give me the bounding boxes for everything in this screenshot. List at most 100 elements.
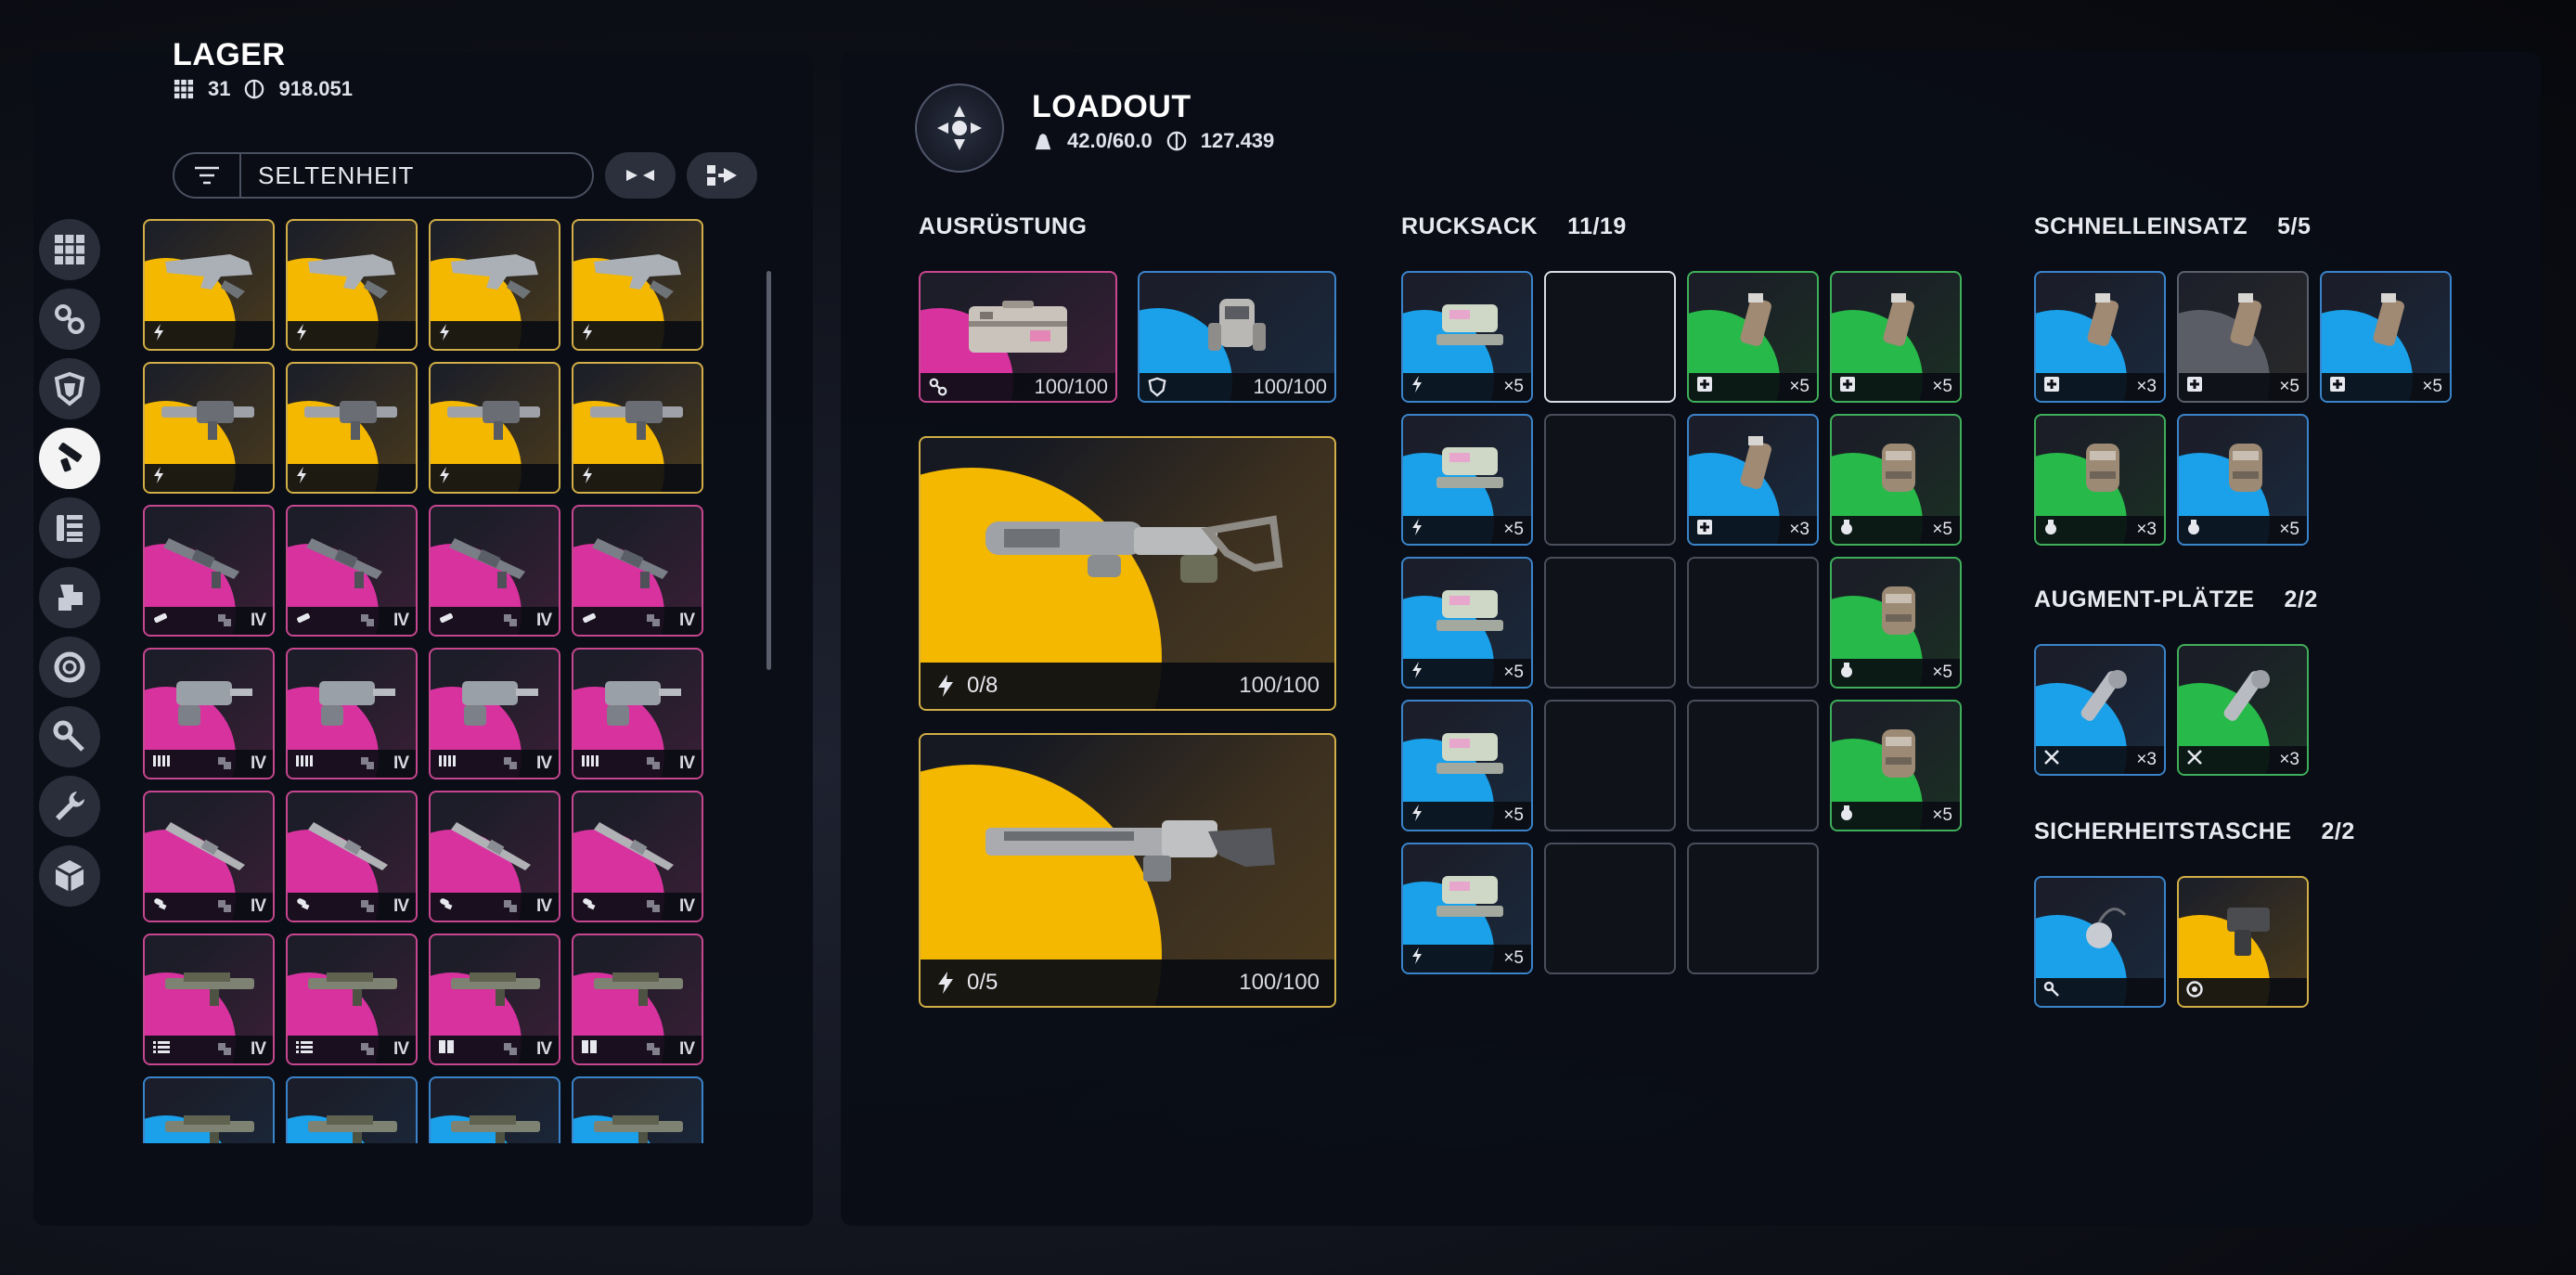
item-footer: IV xyxy=(145,1036,273,1063)
rucksack-item-slot[interactable]: ×5 xyxy=(1830,700,1962,831)
rucksack-empty-slot[interactable] xyxy=(1544,843,1676,974)
item-footer: ×3 xyxy=(2036,516,2164,544)
lager-item-tile[interactable]: IV xyxy=(429,505,560,637)
lager-item-tile[interactable]: IV xyxy=(429,648,560,779)
item-quantity: ×5 xyxy=(1503,663,1524,682)
wrench-icon xyxy=(51,788,88,825)
category-weapons-button[interactable] xyxy=(39,428,100,489)
lager-item-tile[interactable] xyxy=(143,219,275,351)
ammo-bars-icon xyxy=(152,753,173,774)
loadout-emblem-icon xyxy=(915,84,1004,173)
lager-item-tile[interactable]: IV xyxy=(572,648,703,779)
lager-item-tile[interactable]: IV xyxy=(143,934,275,1065)
heal-plus-icon xyxy=(1696,376,1713,398)
lager-item-tile[interactable]: IV xyxy=(143,791,275,922)
augment-icon xyxy=(51,301,88,338)
lager-item-tile[interactable]: IV xyxy=(143,648,275,779)
mod-slot-icon xyxy=(625,898,679,915)
safe-pocket-slot[interactable] xyxy=(2177,876,2309,1008)
augment-slot[interactable]: ×3 xyxy=(2177,644,2309,776)
category-quick-use-button[interactable] xyxy=(39,637,100,698)
transfer-button[interactable] xyxy=(687,152,757,199)
lager-scrollbar[interactable] xyxy=(766,271,771,670)
item-tier: IV xyxy=(679,1039,695,1059)
secondary-weapon-slot[interactable]: 0/5 100/100 xyxy=(919,733,1336,1008)
item-footer xyxy=(573,464,702,492)
rucksack-item-slot[interactable]: ×3 xyxy=(1687,414,1819,546)
lager-item-tile[interactable] xyxy=(429,219,560,351)
heavy-rifle-icon xyxy=(985,515,1283,583)
lager-item-tile[interactable]: IV xyxy=(429,934,560,1065)
category-misc-button[interactable] xyxy=(39,845,100,907)
quick-use-slot[interactable]: ×5 xyxy=(2320,271,2452,403)
mod-slot-icon xyxy=(483,755,536,772)
rucksack-empty-slot[interactable] xyxy=(1544,271,1676,403)
shell-ammo-icon xyxy=(295,896,312,917)
mod-slot-icon xyxy=(340,755,393,772)
augment-equip-slot[interactable]: 100/100 xyxy=(919,271,1117,403)
rucksack-item-slot[interactable]: ×5 xyxy=(1830,271,1962,403)
transfer-icon xyxy=(707,165,737,186)
primary-weapon-slot[interactable]: 0/8 100/100 xyxy=(919,436,1336,711)
lager-item-tile[interactable] xyxy=(429,362,560,494)
lager-item-tile[interactable] xyxy=(572,362,703,494)
grenade-icon xyxy=(2043,519,2058,541)
safe-pocket-slot[interactable] xyxy=(2034,876,2166,1008)
grid-icon xyxy=(51,231,88,268)
quick-use-slot[interactable]: ×3 xyxy=(2034,414,2166,546)
category-all-button[interactable] xyxy=(39,219,100,280)
lager-item-tile[interactable]: IV xyxy=(572,505,703,637)
lager-item-tile[interactable]: IV xyxy=(286,505,418,637)
rucksack-item-slot[interactable]: ×5 xyxy=(1401,271,1533,403)
rarity-filter-dropdown[interactable]: SELTENHEIT xyxy=(173,152,594,199)
augment-slot[interactable]: ×3 xyxy=(2034,644,2166,776)
rucksack-empty-slot[interactable] xyxy=(1687,557,1819,689)
item-tier: IV xyxy=(536,753,552,773)
category-mods-button[interactable] xyxy=(39,567,100,628)
lager-item-tile[interactable] xyxy=(572,1076,703,1143)
shield-icon xyxy=(1148,377,1166,397)
lager-item-tile[interactable] xyxy=(286,362,418,494)
rucksack-item-slot[interactable]: ×5 xyxy=(1401,557,1533,689)
lager-item-tile[interactable] xyxy=(286,219,418,351)
lager-item-tile[interactable]: IV xyxy=(429,791,560,922)
rucksack-item-slot[interactable]: ×5 xyxy=(1401,843,1533,974)
rucksack-item-slot[interactable]: ×5 xyxy=(1830,414,1962,546)
lager-item-tile[interactable]: IV xyxy=(572,934,703,1065)
category-keys-button[interactable] xyxy=(39,706,100,767)
category-ammo-button[interactable] xyxy=(39,497,100,559)
rucksack-item-slot[interactable]: ×5 xyxy=(1830,557,1962,689)
weapon-item-icon xyxy=(165,254,252,299)
item-quantity: ×5 xyxy=(1503,520,1524,539)
rucksack-item-slot[interactable]: ×5 xyxy=(1401,700,1533,831)
lager-item-tile[interactable]: IV xyxy=(572,791,703,922)
rucksack-empty-slot[interactable] xyxy=(1544,414,1676,546)
item-tier: IV xyxy=(536,896,552,916)
lager-item-tile[interactable] xyxy=(286,1076,418,1143)
lager-item-tile[interactable] xyxy=(143,1076,275,1143)
rucksack-empty-slot[interactable] xyxy=(1544,557,1676,689)
rucksack-item-slot[interactable]: ×5 xyxy=(1401,414,1533,546)
mod-slot-icon xyxy=(197,612,251,629)
lager-item-tile[interactable]: IV xyxy=(286,791,418,922)
rucksack-empty-slot[interactable] xyxy=(1687,843,1819,974)
lager-item-tile[interactable] xyxy=(572,219,703,351)
category-shields-button[interactable] xyxy=(39,358,100,419)
collapse-button[interactable] xyxy=(605,152,676,199)
quick-use-slot[interactable]: ×5 xyxy=(2177,414,2309,546)
lager-item-tile[interactable] xyxy=(429,1076,560,1143)
shield-equip-slot[interactable]: 100/100 xyxy=(1138,271,1336,403)
quick-use-slot[interactable]: ×5 xyxy=(2177,271,2309,403)
rucksack-empty-slot[interactable] xyxy=(1544,700,1676,831)
lager-item-tile[interactable]: IV xyxy=(143,505,275,637)
quick-use-slot[interactable]: ×3 xyxy=(2034,271,2166,403)
lager-item-tile[interactable]: IV xyxy=(286,934,418,1065)
category-augments-button[interactable] xyxy=(39,289,100,350)
rucksack-empty-slot[interactable] xyxy=(1687,700,1819,831)
lager-item-tile[interactable] xyxy=(143,362,275,494)
mod-slot-icon xyxy=(197,755,251,772)
lager-item-tile[interactable]: IV xyxy=(286,648,418,779)
item-quantity: ×5 xyxy=(1503,377,1524,396)
rucksack-item-slot[interactable]: ×5 xyxy=(1687,271,1819,403)
category-materials-button[interactable] xyxy=(39,776,100,837)
